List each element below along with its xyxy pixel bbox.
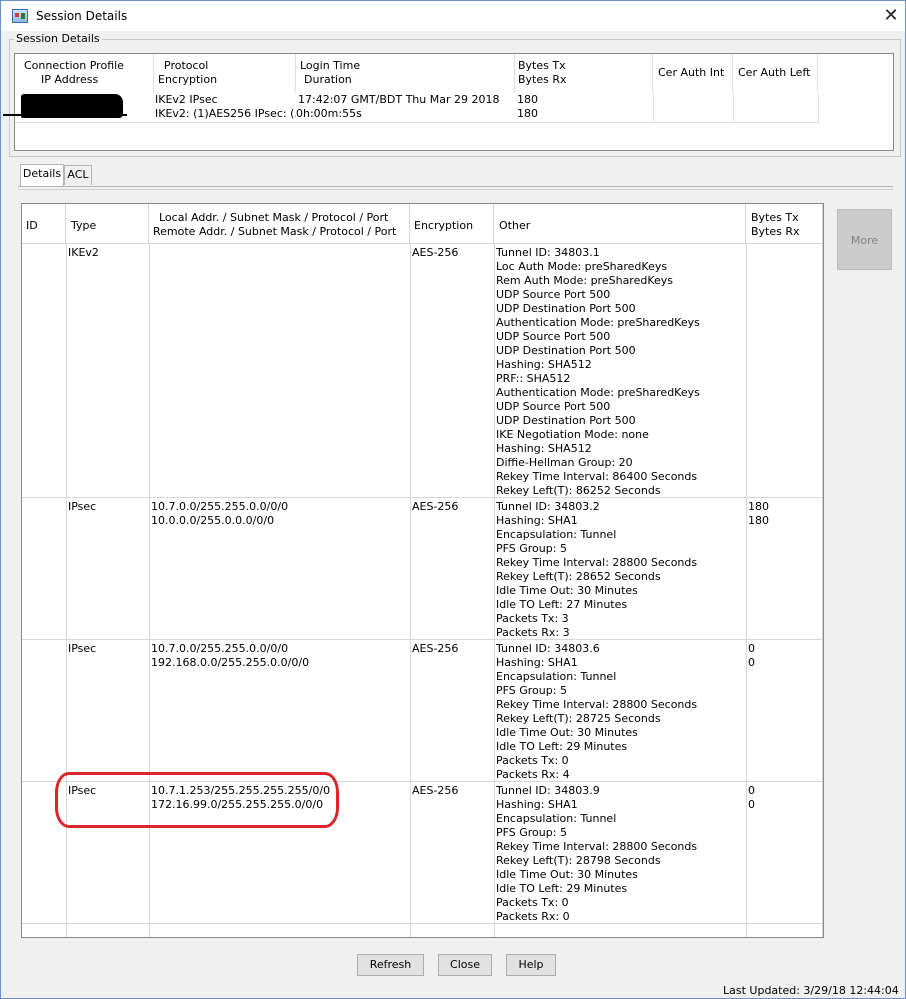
row-duration: 0h:00m:55s (296, 107, 362, 120)
help-button[interactable]: Help (506, 954, 556, 976)
more-button[interactable]: More (837, 209, 892, 270)
header-connection-profile[interactable]: Connection Profile IP Address (15, 54, 154, 93)
row-bytes-rx: 180 (517, 107, 538, 120)
row-login-time: 17:42:07 GMT/BDT Thu Mar 29 2018 (298, 93, 500, 106)
row1-other: Tunnel ID: 34803.1 Loc Auth Mode: preSha… (496, 246, 700, 497)
row2-bytes: 180 180 (748, 500, 769, 527)
row-bytes-tx: 180 (517, 93, 538, 106)
row4-bytes: 0 0 (748, 784, 755, 811)
row2-encryption: AES-256 (412, 500, 459, 513)
row3-type: IPsec (68, 642, 97, 655)
row3-bytes: 0 0 (748, 642, 755, 669)
tab-divider (18, 186, 893, 187)
header-bytes-tx-rx[interactable]: Bytes Tx Bytes Rx (746, 204, 823, 244)
row2-addresses: 10.7.0.0/255.255.0.0/0/0 10.0.0.0/255.0.… (151, 500, 289, 527)
header-other[interactable]: Other (494, 204, 746, 244)
refresh-button[interactable]: Refresh (357, 954, 424, 976)
window-title: Session Details (36, 9, 128, 23)
tab-details[interactable]: Details (20, 164, 64, 186)
session-table: Connection Profile IP Address Protocol E… (14, 53, 894, 151)
last-updated-status: Last Updated: 3/29/18 12:44:04 PM (723, 984, 899, 999)
tab-acl[interactable]: ACL (64, 165, 92, 185)
header-protocol[interactable]: Protocol Encryption (154, 54, 296, 93)
header-cer-auth-int[interactable]: Cer Auth Int (653, 54, 733, 93)
row-encryption: IKEv2: (1)AES256 IPsec: (... (155, 107, 296, 120)
header-addresses[interactable]: Local Addr. / Subnet Mask / Protocol / P… (149, 204, 410, 244)
row3-other: Tunnel ID: 34803.6 Hashing: SHA1 Encapsu… (496, 642, 698, 781)
close-button[interactable]: Close (438, 954, 492, 976)
close-icon[interactable]: ✕ (878, 4, 904, 28)
header-id[interactable]: ID (22, 204, 66, 244)
redaction-stroke (3, 114, 127, 116)
row4-encryption: AES-256 (412, 784, 459, 797)
header-encryption[interactable]: Encryption (410, 204, 494, 244)
header-cer-auth-left[interactable]: Cer Auth Left (733, 54, 818, 93)
row2-other: Tunnel ID: 34803.2 Hashing: SHA1 Encapsu… (496, 500, 698, 639)
group-label: Session Details (14, 32, 102, 45)
row3-encryption: AES-256 (412, 642, 459, 655)
row1-type: IKEv2 (68, 246, 99, 259)
header-login-time[interactable]: Login Time Duration (296, 54, 515, 93)
row2-type: IPsec (68, 500, 97, 513)
session-details-window: Session Details ✕ Session Details Connec… (0, 0, 906, 999)
row1-encryption: AES-256 (412, 246, 459, 259)
row3-addresses: 10.7.0.0/255.255.0.0/0/0 192.168.0.0/255… (151, 642, 310, 669)
title-bar: Session Details ✕ (1, 1, 905, 31)
header-type[interactable]: Type (66, 204, 149, 244)
app-icon (12, 9, 28, 23)
highlight-annotation (55, 772, 339, 828)
tab-divider-inner (18, 189, 893, 190)
row4-other: Tunnel ID: 34803.9 Hashing: SHA1 Encapsu… (496, 784, 698, 923)
details-table-header: ID Type Local Addr. / Subnet Mask / Prot… (22, 204, 823, 244)
header-bytes[interactable]: Bytes Tx Bytes Rx (515, 54, 653, 93)
row-protocol: IKEv2 IPsec (155, 93, 218, 106)
